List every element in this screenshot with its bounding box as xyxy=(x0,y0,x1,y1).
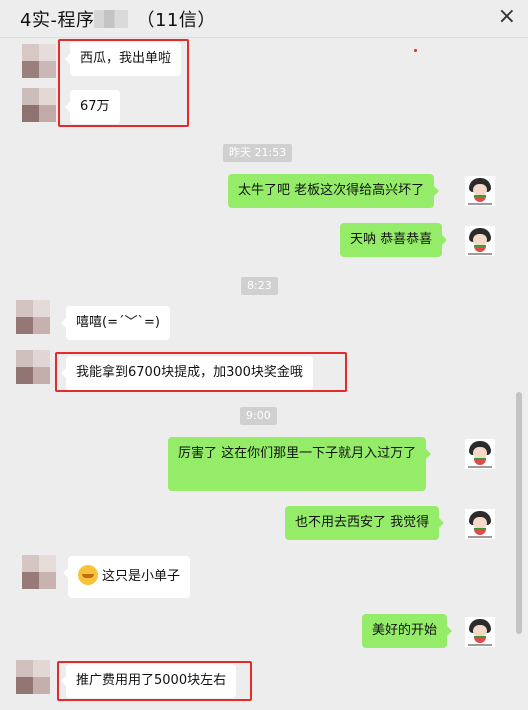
message-bubble[interactable]: 美好的开始 xyxy=(362,614,453,648)
highlight-box xyxy=(55,352,347,392)
chat-header: 4实-程序 （11信） × xyxy=(0,0,528,38)
message-bubble[interactable]: 嘻嘻(=´﹀`=) xyxy=(61,306,170,340)
avatar-contact[interactable] xyxy=(16,660,50,694)
avatar-contact[interactable] xyxy=(22,555,56,589)
close-icon[interactable]: × xyxy=(498,6,516,28)
awkward-face-icon xyxy=(78,565,98,585)
highlight-box xyxy=(58,39,189,127)
avatar-contact[interactable] xyxy=(22,44,56,78)
chat-title-prefix: 4实-程序 xyxy=(20,10,95,31)
avatar-self[interactable] xyxy=(465,226,495,256)
redacted-name-blur xyxy=(94,10,129,28)
message-bubble[interactable]: 天呐 恭喜恭喜 xyxy=(340,223,448,257)
chat-title-suffix: （11信） xyxy=(136,10,216,31)
scrollbar[interactable] xyxy=(516,392,522,634)
message-bubble[interactable]: 这只是小单子 xyxy=(62,556,191,598)
avatar-self[interactable] xyxy=(465,176,495,206)
avatar-self[interactable] xyxy=(465,439,495,469)
red-dot-mark xyxy=(414,49,417,52)
message-bubble[interactable]: 厉害了 这在你们那里一下子就月入过万了 xyxy=(168,437,432,491)
avatar-self[interactable] xyxy=(465,617,495,647)
chat-title: 4实-程序 （11信） xyxy=(20,6,216,32)
timestamp: 昨天 21:53 xyxy=(223,144,293,162)
avatar-self[interactable] xyxy=(465,509,495,539)
message-text: 这只是小单子 xyxy=(102,569,181,584)
highlight-box xyxy=(57,661,252,701)
timestamp: 9:00 xyxy=(240,407,277,425)
message-bubble[interactable]: 也不用去西安了 我觉得 xyxy=(285,506,445,540)
timestamp: 8:23 xyxy=(241,277,278,295)
avatar-contact[interactable] xyxy=(22,88,56,122)
message-bubble[interactable]: 太牛了吧 老板这次得给高兴坏了 xyxy=(228,174,440,208)
avatar-contact[interactable] xyxy=(16,350,50,384)
avatar-contact[interactable] xyxy=(16,300,50,334)
